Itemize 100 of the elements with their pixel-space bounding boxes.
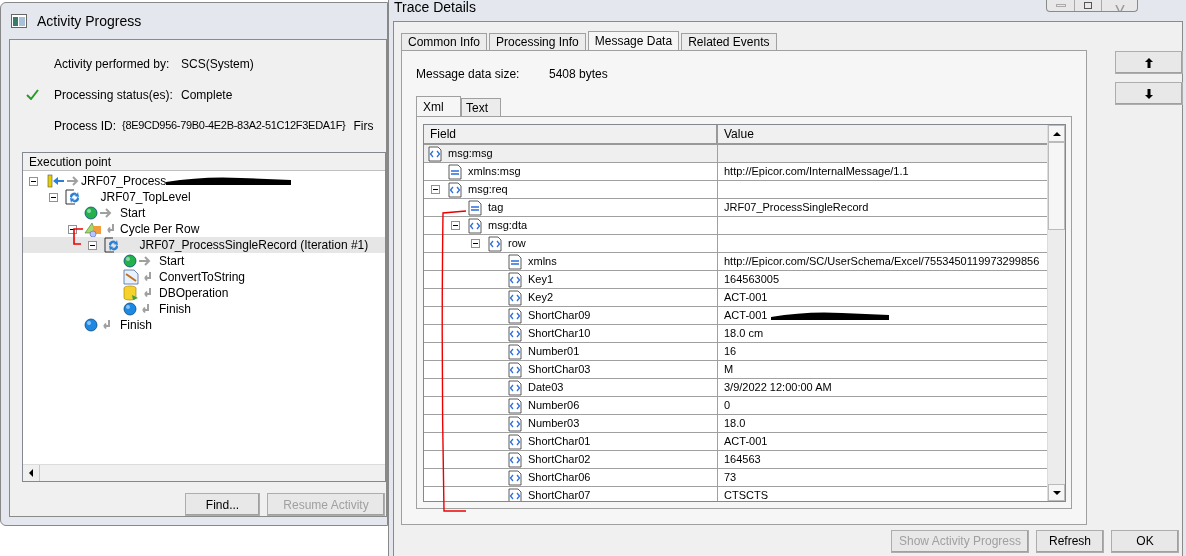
collapse-toggle[interactable] bbox=[431, 185, 440, 194]
tab[interactable]: Text bbox=[461, 98, 501, 116]
tab[interactable]: Related Events bbox=[681, 33, 777, 50]
move-down-button[interactable] bbox=[1115, 82, 1183, 105]
field-name: ShortChar02 bbox=[528, 452, 591, 468]
field-name: ShortChar07 bbox=[528, 488, 591, 501]
element-node-icon bbox=[488, 235, 502, 252]
field-name: msg:msg bbox=[448, 146, 493, 162]
field-name: xmlns:msg bbox=[468, 164, 521, 180]
collapse-toggle[interactable] bbox=[451, 221, 460, 230]
xml-row[interactable]: Number06 0 bbox=[424, 397, 1047, 415]
field-value: http://Epicor.com/SC/UserSchema/Excel/7553450119973299856 bbox=[724, 254, 1040, 270]
tree-item[interactable]: DBOperation bbox=[23, 285, 385, 301]
xml-row[interactable]: ShortChar02 164563 bbox=[424, 451, 1047, 469]
horizontal-scrollbar[interactable] bbox=[23, 464, 385, 481]
column-header[interactable]: Field bbox=[424, 125, 718, 143]
scroll-down-icon[interactable] bbox=[1048, 484, 1065, 501]
element-node-icon bbox=[508, 451, 522, 468]
attribute-node-icon bbox=[448, 163, 462, 180]
collapse-toggle[interactable] bbox=[471, 239, 480, 248]
field-value: SCS(System) bbox=[181, 55, 254, 73]
field-value: CTSCTS bbox=[724, 488, 768, 501]
element-node-icon bbox=[508, 343, 522, 360]
tree-item[interactable]: Finish bbox=[23, 317, 385, 333]
loop-shapes-icon bbox=[84, 221, 102, 237]
circle-icon bbox=[123, 302, 137, 316]
element-node-icon bbox=[508, 433, 522, 450]
return-arrow-icon bbox=[104, 223, 116, 235]
xml-row[interactable]: ShortChar09 ACT-001 bbox=[424, 307, 1047, 325]
field-value: 164563005 bbox=[724, 272, 780, 288]
document-icon bbox=[123, 269, 139, 285]
xml-row[interactable]: ShortChar01 ACT-001 bbox=[424, 433, 1047, 451]
field-value: 0 bbox=[724, 398, 731, 414]
xml-row[interactable]: Date03 3/9/2022 12:00:00 AM bbox=[424, 379, 1047, 397]
scroll-up-icon[interactable] bbox=[1048, 125, 1065, 142]
return-arrow-icon bbox=[141, 271, 153, 283]
tree-item[interactable]: JRF07_ProcessSingleRecord (Iteration #1) bbox=[23, 237, 385, 253]
xml-row[interactable]: ShortChar06 73 bbox=[424, 469, 1047, 487]
field-value: ACT-001 bbox=[724, 434, 768, 450]
xml-row[interactable]: Key1 164563005 bbox=[424, 271, 1047, 289]
dialog-button[interactable]: Find... bbox=[185, 493, 260, 516]
tab[interactable]: Xml bbox=[416, 96, 461, 116]
tab[interactable]: Message Data bbox=[587, 31, 680, 50]
tree-item[interactable]: Cycle Per Row bbox=[23, 221, 385, 237]
tree-item[interactable]: Finish bbox=[23, 301, 385, 317]
xml-row[interactable]: ShortChar03 M bbox=[424, 361, 1047, 379]
element-node-icon bbox=[428, 145, 442, 162]
field-name: ShortChar06 bbox=[528, 470, 591, 486]
circle-icon bbox=[84, 206, 98, 220]
tree-item-label: JRF07_TopLevel bbox=[100, 189, 191, 206]
dialog-button[interactable]: Refresh bbox=[1036, 529, 1104, 553]
vertical-scrollbar[interactable] bbox=[1047, 125, 1065, 501]
return-arrow-icon bbox=[100, 319, 112, 331]
attribute-node-icon bbox=[468, 199, 482, 216]
field-value: 73 bbox=[724, 470, 737, 486]
field-name: msg:req bbox=[468, 182, 508, 198]
tree-item[interactable]: JRF07_Process bbox=[23, 173, 385, 189]
tree-item[interactable]: Start bbox=[23, 205, 385, 221]
size-value: 5408 bytes bbox=[549, 65, 608, 83]
collapse-toggle[interactable] bbox=[29, 176, 38, 186]
up-arrow-icon bbox=[1144, 56, 1154, 69]
annotation-mark bbox=[72, 228, 84, 246]
tab[interactable]: Common Info bbox=[401, 33, 488, 50]
field-value: ACT-001 bbox=[724, 290, 768, 306]
tree-item-label: JRF07_ProcessSingleRecord (Iteration #1) bbox=[139, 237, 369, 254]
xml-row[interactable]: ShortChar10 18.0 cm bbox=[424, 325, 1047, 343]
xml-row[interactable]: Key2 ACT-001 bbox=[424, 289, 1047, 307]
field-name: ShortChar01 bbox=[528, 434, 591, 450]
collapse-toggle[interactable] bbox=[68, 224, 77, 234]
field-name: msg:dta bbox=[488, 218, 528, 234]
tree-item[interactable]: JRF07_TopLevel bbox=[23, 189, 385, 205]
xml-row[interactable]: xmlns http://Epicor.com/SC/UserSchema/Excel/7553450119973299856 bbox=[424, 253, 1047, 271]
field-value: Complete bbox=[181, 86, 233, 104]
move-up-button[interactable] bbox=[1115, 51, 1183, 74]
xml-row[interactable]: Number01 16 bbox=[424, 343, 1047, 361]
field-name: Key1 bbox=[528, 272, 554, 288]
window-title: Trace Details bbox=[393, 0, 476, 17]
field-name: Number06 bbox=[528, 398, 580, 414]
element-node-icon bbox=[508, 289, 522, 306]
dialog-button[interactable]: OK bbox=[1111, 529, 1179, 553]
xml-row[interactable]: msg:msg bbox=[424, 145, 1047, 163]
field-label: Processing status(es): bbox=[54, 86, 173, 104]
xml-row[interactable]: ShortChar07 CTSCTS bbox=[424, 487, 1047, 501]
xml-row[interactable]: tag JRF07_ProcessSingleRecord bbox=[424, 199, 1047, 217]
scroll-thumb[interactable] bbox=[1048, 142, 1065, 230]
tree-item[interactable]: Start bbox=[23, 253, 385, 269]
collapse-toggle[interactable] bbox=[48, 192, 58, 202]
tab[interactable]: Processing Info bbox=[489, 33, 586, 50]
element-node-icon bbox=[508, 325, 522, 342]
field-name: Number01 bbox=[528, 344, 580, 360]
collapse-toggle[interactable] bbox=[87, 240, 97, 250]
xml-row[interactable]: row bbox=[424, 235, 1047, 253]
xml-row[interactable]: Number03 18.0 bbox=[424, 415, 1047, 433]
xml-row[interactable]: msg:dta bbox=[424, 217, 1047, 235]
tree-item[interactable]: ConvertToString bbox=[23, 269, 385, 285]
xml-row[interactable]: xmlns:msg http://Epicor.com/InternalMessage/1.1 bbox=[424, 163, 1047, 181]
tree-item-label: Start bbox=[159, 253, 185, 270]
column-header[interactable]: Value bbox=[718, 125, 1047, 143]
field-value: ACT-001 bbox=[724, 308, 768, 324]
xml-row[interactable]: msg:req bbox=[424, 181, 1047, 199]
